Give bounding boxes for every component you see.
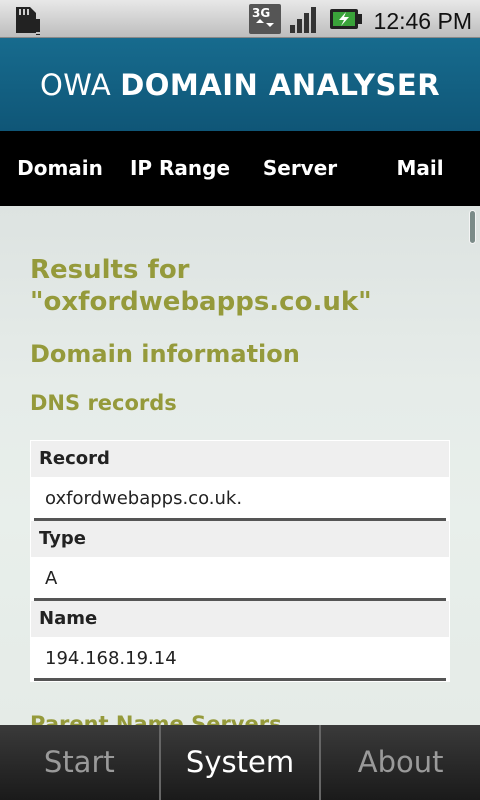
results-title: Results for "oxfordwebapps.co.uk" [30,255,372,317]
tab-ip-range[interactable]: IP Range [120,131,240,206]
tab-mail[interactable]: Mail [360,131,480,206]
tab-server[interactable]: Server [240,131,360,206]
name-label: Name [31,601,449,637]
parent-name-servers-heading: Parent Name Servers [30,712,282,725]
about-button[interactable]: About [321,725,480,800]
tab-nav: Domain IP Range Server Mail [0,131,480,206]
record-value: oxfordwebapps.co.uk. [34,477,446,521]
app-title-bar: OWA DOMAIN ANALYSER [0,38,480,131]
app-title: DOMAIN ANALYSER [120,67,441,102]
bottom-menu-bar: Start System About [0,725,480,800]
name-value: 194.168.19.14 [34,637,446,681]
domain-info-heading: Domain information [30,340,300,368]
tab-domain[interactable]: Domain [0,131,120,206]
dns-records-table: Record oxfordwebapps.co.uk. Type A Name … [30,440,450,682]
network-3g-icon: 3G [248,3,282,39]
sd-card-icon [12,5,42,39]
app-title-prefix: OWA [39,67,112,102]
signal-icon [288,3,322,39]
results-content[interactable]: Results for "oxfordwebapps.co.uk" Domain… [0,206,480,725]
battery-charging-icon [328,5,364,37]
start-button[interactable]: Start [0,725,159,800]
record-label: Record [31,441,449,477]
status-bar: 3G 12:46 PM [0,0,480,38]
type-label: Type [31,521,449,557]
type-value: A [34,557,446,601]
scrollbar-thumb[interactable] [469,210,476,244]
status-clock: 12:46 PM [373,7,472,34]
system-button[interactable]: System [161,725,320,800]
dns-records-heading: DNS records [30,391,177,415]
svg-text:3G: 3G [252,6,270,20]
